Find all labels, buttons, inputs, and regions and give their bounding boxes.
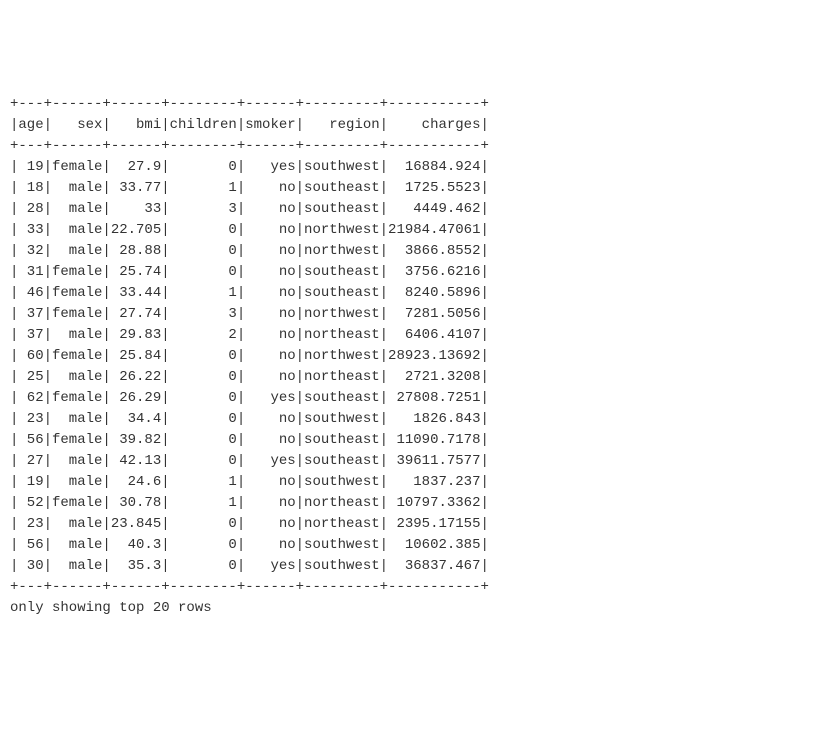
- table-text: +---+------+------+--------+------+-----…: [10, 96, 489, 616]
- table-output: +---+------+------+--------+------+-----…: [10, 94, 820, 619]
